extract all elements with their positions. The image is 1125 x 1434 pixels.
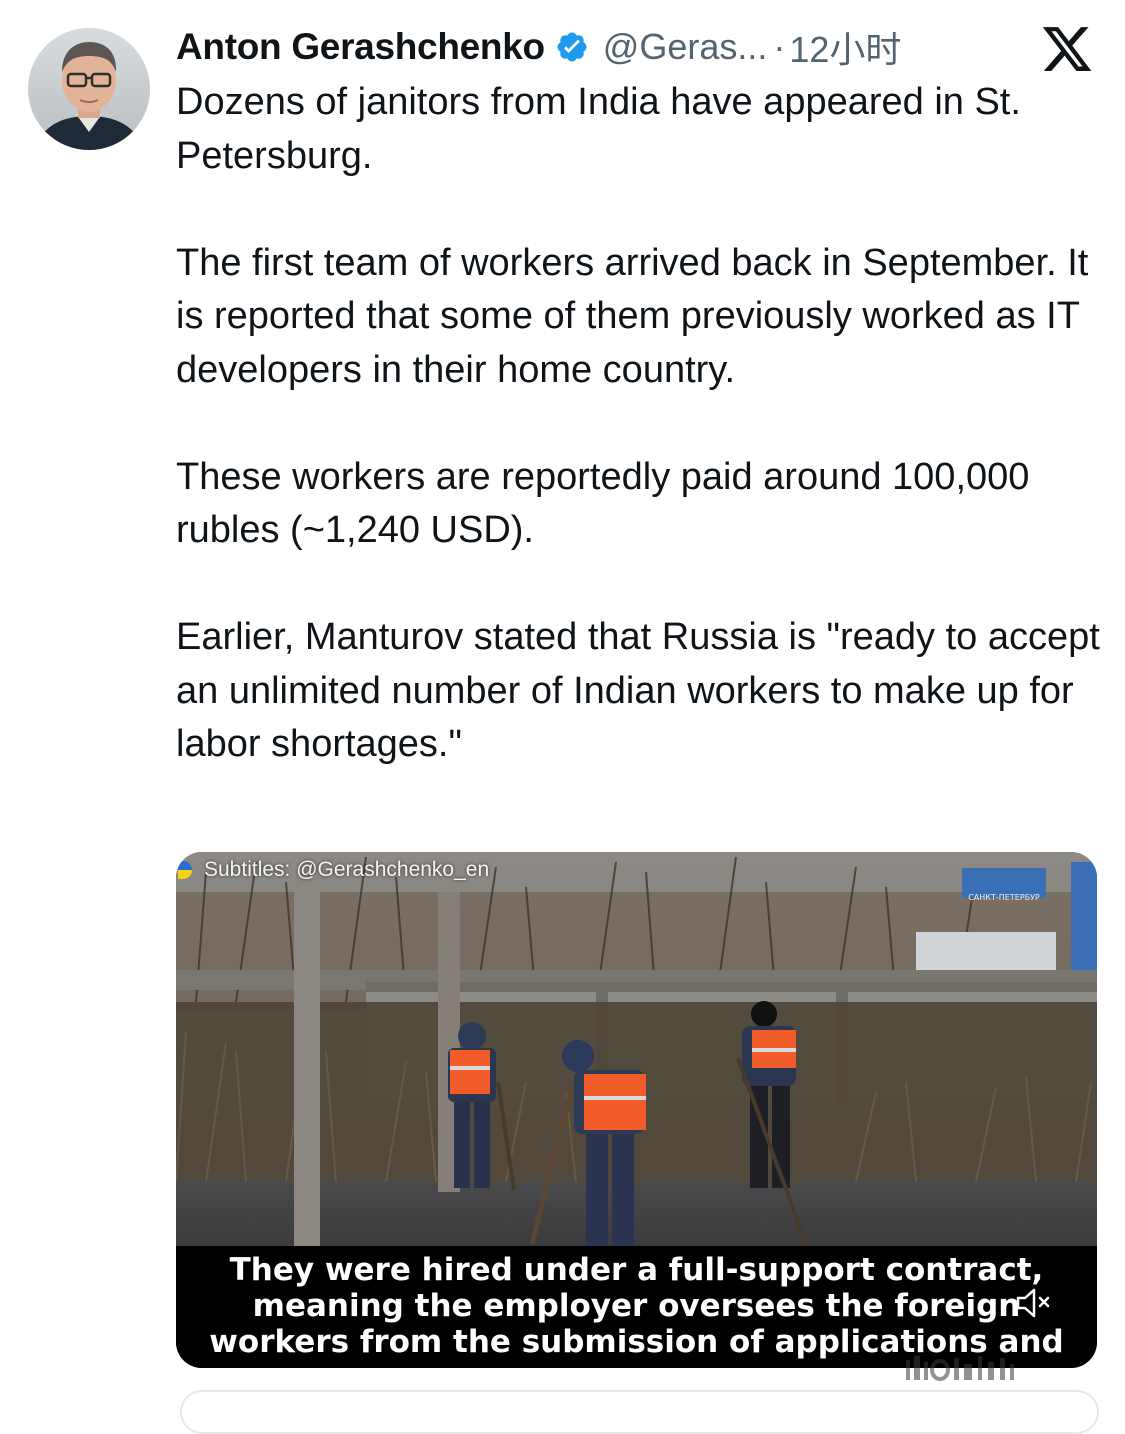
video-player[interactable]: САНКТ-ПЕТЕРБУР Subtitles: @Gerashchenko_… — [176, 852, 1097, 1368]
tweet-paragraph-4: Earlier, Manturov stated that Russia is … — [176, 616, 1100, 765]
next-post-card[interactable] — [180, 1390, 1099, 1434]
tweet-paragraph-3: These workers are reportedly paid around… — [176, 455, 1030, 552]
author-avatar[interactable] — [28, 28, 150, 150]
x-logo-icon[interactable] — [1040, 22, 1094, 76]
verified-badge-icon — [555, 30, 589, 64]
video-credit-text: Subtitles: @Gerashchenko_en — [204, 858, 490, 881]
author-handle[interactable]: @Geras... — [603, 26, 768, 68]
subtitle-line-2: meaning the employer oversees the foreig… — [252, 1288, 1021, 1324]
tweet-text: Dozens of janitors from India have appea… — [176, 76, 1111, 772]
volume-muted-icon[interactable] — [1014, 1286, 1054, 1320]
subtitle-line-1: They were hired under a full-support con… — [229, 1252, 1044, 1288]
tweet-timestamp[interactable]: 12小时 — [789, 21, 901, 73]
video-subtitles: They were hired under a full-support con… — [176, 1252, 1097, 1360]
tweet-paragraph-1: Dozens of janitors from India have appea… — [176, 81, 1021, 177]
video-credit: Subtitles: @Gerashchenko_en — [178, 858, 489, 882]
tweet-paragraph-2: The first team of workers arrived back i… — [176, 241, 1089, 391]
tweet-header: Anton Gerashchenko @Geras... · 12小时 — [176, 22, 1106, 72]
watermark-logo — [906, 1354, 1106, 1384]
author-name[interactable]: Anton Gerashchenko — [176, 26, 545, 68]
header-separator: · — [773, 26, 786, 67]
street-sign-text: САНКТ-ПЕТЕРБУР — [968, 893, 1040, 902]
ukraine-flag-icon — [178, 861, 192, 879]
